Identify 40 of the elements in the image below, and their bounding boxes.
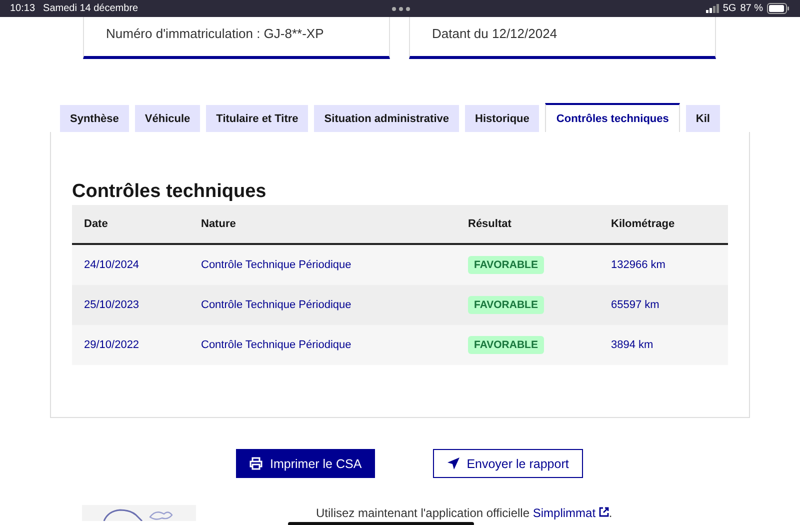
mileage-cell: 65597 km xyxy=(611,299,660,311)
battery-percent: 87 % xyxy=(740,3,763,14)
column-header: Date xyxy=(84,218,108,230)
result-badge: FAVORABLE xyxy=(468,296,544,314)
signal-icon xyxy=(706,4,719,13)
result-badge: FAVORABLE xyxy=(468,336,544,354)
send-button[interactable]: Envoyer le rapport xyxy=(432,449,583,478)
tab[interactable]: Kil xyxy=(686,105,720,132)
tab[interactable]: Titulaire et Titre xyxy=(206,105,308,132)
tab[interactable]: Synthèse xyxy=(60,105,129,132)
mileage-cell: 132966 km xyxy=(611,259,666,271)
nature-cell: Contrôle Technique Périodique xyxy=(201,339,352,351)
section-title: Contrôles techniques xyxy=(72,181,268,203)
tab[interactable]: Contrôles techniques xyxy=(545,103,680,132)
send-icon xyxy=(446,457,460,470)
result-badge: FAVORABLE xyxy=(468,256,544,274)
nature-cell: Contrôle Technique Périodique xyxy=(201,299,352,311)
mileage-cell: 3894 km xyxy=(611,339,654,351)
tab[interactable]: Situation administrative xyxy=(314,105,459,132)
battery-icon xyxy=(767,3,790,14)
print-button[interactable]: Imprimer le CSA xyxy=(236,449,375,478)
date-cell: 29/10/2022 xyxy=(84,339,140,351)
card-text: Numéro d'immatriculation : GJ-8**-XP xyxy=(106,26,324,41)
more-icon[interactable] xyxy=(392,7,410,11)
simplimmat-link[interactable]: Simplimmat xyxy=(532,506,596,520)
tab[interactable]: Historique xyxy=(465,105,540,132)
status-time: 10:13 xyxy=(10,3,36,14)
column-header: Kilométrage xyxy=(611,218,675,230)
nature-cell: Contrôle Technique Périodique xyxy=(201,259,352,271)
card-text: Datant du 12/12/2024 xyxy=(432,26,558,41)
date-cell: 25/10/2023 xyxy=(84,299,140,311)
promo-text: Utilisez maintenant l'application officielle Simplimmat . xyxy=(316,506,612,521)
date-cell: 24/10/2024 xyxy=(84,259,140,271)
column-header: Nature xyxy=(201,218,236,230)
tab[interactable]: Véhicule xyxy=(134,105,200,132)
printer-icon xyxy=(249,457,263,470)
external-link-icon xyxy=(598,507,609,517)
column-header: Résultat xyxy=(468,218,512,230)
status-date: Samedi 14 décembre xyxy=(43,3,138,14)
network-label: 5G xyxy=(722,3,736,14)
